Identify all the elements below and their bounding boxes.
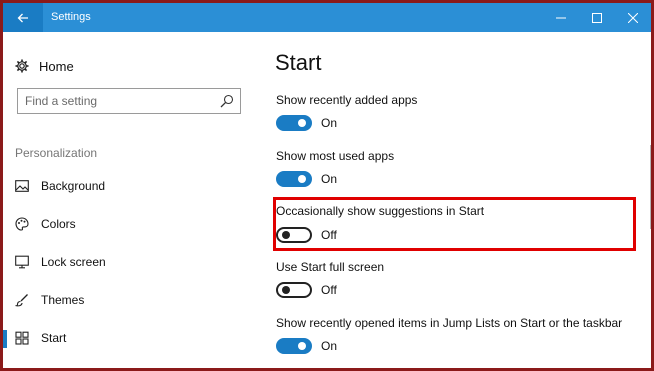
sidebar-item-label: Start <box>41 331 67 345</box>
minimize-icon <box>556 17 566 18</box>
scrollbar[interactable] <box>650 145 651 229</box>
toggle-knob <box>282 286 290 294</box>
back-arrow-icon <box>17 13 28 22</box>
maximize-button[interactable] <box>579 3 615 32</box>
title-bar: Settings <box>3 3 651 32</box>
page-title: Start <box>275 50 322 75</box>
toggle-state-text: On <box>321 116 338 130</box>
setting-label-jump-lists: Show recently opened items in Jump Lists… <box>276 316 623 330</box>
palette-icon <box>15 217 29 231</box>
close-icon <box>628 12 638 23</box>
home-label: Home <box>39 58 74 74</box>
setting-label-recently-added: Show recently added apps <box>276 93 418 107</box>
sidebar-item-start[interactable]: Start <box>3 323 253 353</box>
sidebar-item-label: Lock screen <box>41 255 106 269</box>
setting-label-full-screen: Use Start full screen <box>276 260 385 274</box>
toggle-recently-added[interactable] <box>276 115 312 131</box>
sidebar-item-themes[interactable]: Themes <box>3 285 253 315</box>
toggle-knob <box>298 119 306 127</box>
sidebar-item-label: Colors <box>41 217 76 231</box>
window-title: Settings <box>51 11 91 23</box>
brush-icon <box>15 294 28 307</box>
close-button[interactable] <box>615 3 651 32</box>
toggle-knob <box>298 342 306 350</box>
toggle-state-text: On <box>321 172 338 186</box>
back-button[interactable] <box>3 3 43 32</box>
search-input[interactable] <box>18 89 215 113</box>
highlight-box <box>273 197 636 251</box>
sidebar-item-label: Background <box>41 179 106 193</box>
picture-icon <box>15 180 29 192</box>
toggle-full-screen[interactable] <box>276 282 312 298</box>
toggle-state-text: Off <box>321 283 337 297</box>
section-header: Personalization <box>15 146 98 160</box>
sidebar-item-lock-screen[interactable]: Lock screen <box>3 247 253 277</box>
sidebar: Home Personalization Background Colors <box>3 32 253 368</box>
toggle-jump-lists[interactable] <box>276 338 312 354</box>
settings-window: Settings Home Find a setting Personaliza… <box>3 3 651 368</box>
toggle-most-used[interactable] <box>276 171 312 187</box>
minimize-button[interactable] <box>543 3 579 32</box>
gear-icon <box>15 59 29 73</box>
toggle-knob <box>298 175 306 183</box>
monitor-icon <box>15 255 29 269</box>
sidebar-item-colors[interactable]: Colors <box>3 209 253 239</box>
sidebar-item-background[interactable]: Background <box>3 171 253 201</box>
search-icon[interactable] <box>220 94 234 108</box>
start-icon <box>15 331 29 345</box>
sidebar-item-label: Themes <box>41 293 85 307</box>
setting-label-most-used: Show most used apps <box>276 149 395 163</box>
home-nav-item[interactable]: Home <box>15 56 74 76</box>
toggle-state-text: On <box>321 339 338 353</box>
search-box <box>17 88 241 114</box>
maximize-icon <box>592 12 602 23</box>
